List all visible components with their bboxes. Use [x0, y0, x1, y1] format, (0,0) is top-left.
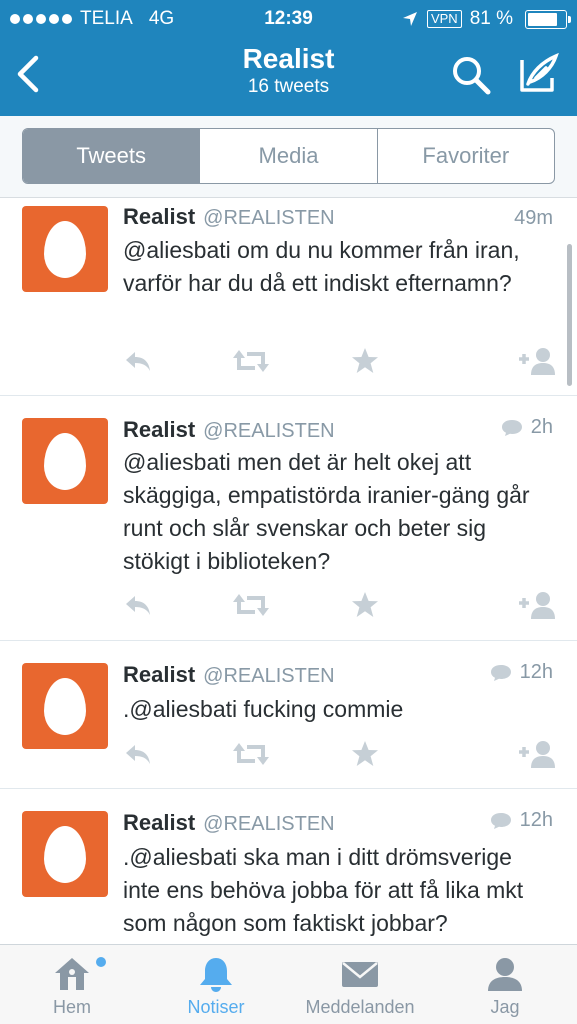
unread-dot [96, 957, 106, 967]
tweet-author-handle[interactable]: @REALISTEN [203, 813, 334, 836]
tweet-header: Realist @REALISTEN 2h [123, 416, 553, 443]
envelope-icon [342, 962, 378, 987]
favorite-star-icon[interactable] [351, 739, 379, 769]
bottom-tab-bar: Hem Notiser Meddelanden Jag [0, 944, 577, 1024]
tab-notifications[interactable]: Notiser [156, 945, 276, 1024]
tab-label: Notiser [187, 997, 245, 1017]
tab-favorites[interactable]: Favoriter [376, 129, 554, 183]
avatar[interactable] [22, 418, 108, 504]
follow-user-icon[interactable] [517, 590, 557, 620]
tweet-author-handle[interactable]: @REALISTEN [203, 420, 334, 443]
avatar[interactable] [22, 206, 108, 292]
favorite-star-icon[interactable] [351, 346, 379, 376]
retweet-icon[interactable] [233, 590, 269, 620]
tab-tweets[interactable]: Tweets [23, 129, 200, 183]
tweet-timeline[interactable]: Realist @REALISTEN 49m @aliesbati om du … [0, 198, 577, 944]
tweet-text: .@aliesbati ska man i ditt drömsverige i… [123, 844, 524, 936]
retweet-icon[interactable] [233, 346, 269, 376]
retweet-icon[interactable] [233, 739, 269, 769]
tab-me[interactable]: Jag [445, 945, 565, 1024]
tweet-time: 12h [519, 809, 553, 831]
tweet-text: @aliesbati men det är helt okej att skäg… [123, 449, 530, 574]
avatar[interactable] [22, 663, 108, 749]
tweet-author-handle[interactable]: @REALISTEN [203, 207, 334, 230]
tab-home[interactable]: Hem [12, 945, 132, 1024]
tweet[interactable]: Realist @REALISTEN 49m @aliesbati om du … [0, 198, 577, 396]
avatar[interactable] [22, 811, 108, 897]
default-egg-icon [44, 433, 86, 490]
tweet-author-handle[interactable]: @REALISTEN [203, 665, 334, 688]
tweet-author-name[interactable]: Realist [123, 204, 195, 230]
status-bar: TELIA 4G 12:39 VPN 81 % [0, 0, 577, 38]
tab-label: Jag [490, 997, 520, 1017]
tab-media[interactable]: Media [199, 129, 376, 183]
reply-icon[interactable] [123, 739, 153, 769]
top-bar: TELIA 4G 12:39 VPN 81 % Realist 16 tweet… [0, 0, 577, 116]
reply-icon[interactable] [123, 590, 153, 620]
vpn-badge: VPN [426, 10, 462, 28]
tweet-time: 2h [530, 416, 553, 438]
tweet[interactable]: Realist @REALISTEN 2h @aliesbati men det… [0, 396, 577, 641]
scrollbar[interactable] [567, 244, 572, 386]
follow-user-icon[interactable] [517, 739, 557, 769]
tweet[interactable]: Realist @REALISTEN 12h .@aliesbati ska m… [0, 789, 577, 944]
tweet[interactable]: Realist @REALISTEN 12h .@aliesbati fucki… [0, 641, 577, 789]
conversation-icon [490, 812, 511, 829]
default-egg-icon [44, 826, 86, 883]
tweet-header: Realist @REALISTEN 12h [123, 661, 553, 688]
search-icon[interactable] [450, 54, 492, 96]
battery-icon [525, 9, 571, 29]
tweet-header: Realist @REALISTEN 12h [123, 809, 553, 836]
reply-icon[interactable] [123, 346, 153, 376]
compose-tweet-icon[interactable] [516, 52, 560, 96]
person-icon [488, 958, 522, 991]
tweet-text: .@aliesbati fucking commie [123, 696, 404, 722]
tab-label: Meddelanden [305, 997, 415, 1017]
tab-label: Hem [52, 997, 91, 1017]
conversation-icon [490, 664, 511, 681]
tweet-text: @aliesbati om du nu kommer från iran, va… [123, 237, 520, 296]
favorite-star-icon[interactable] [351, 590, 379, 620]
tweet-time: 12h [519, 661, 553, 683]
tab-messages[interactable]: Meddelanden [290, 945, 430, 1024]
location-arrow-icon [402, 12, 417, 26]
tweet-actions [123, 590, 555, 620]
default-egg-icon [44, 678, 86, 735]
tweet-author-name[interactable]: Realist [123, 662, 195, 688]
tweet-time: 49m [514, 207, 553, 229]
home-icon [55, 958, 89, 990]
tweet-author-name[interactable]: Realist [123, 417, 195, 443]
battery-level [528, 12, 558, 26]
bell-icon [200, 958, 232, 992]
tweet-author-name[interactable]: Realist [123, 810, 195, 836]
tweet-actions [123, 346, 555, 376]
tweet-header: Realist @REALISTEN 49m [123, 204, 553, 230]
battery-percent: 81 % [469, 8, 513, 29]
profile-tabs-bar: Tweets Media Favoriter [0, 116, 577, 198]
conversation-icon [501, 419, 522, 436]
navigation-bar: Realist 16 tweets [0, 38, 577, 116]
follow-user-icon[interactable] [517, 346, 557, 376]
tweet-actions [123, 739, 555, 769]
default-egg-icon [44, 221, 86, 278]
segmented-control: Tweets Media Favoriter [22, 128, 555, 184]
